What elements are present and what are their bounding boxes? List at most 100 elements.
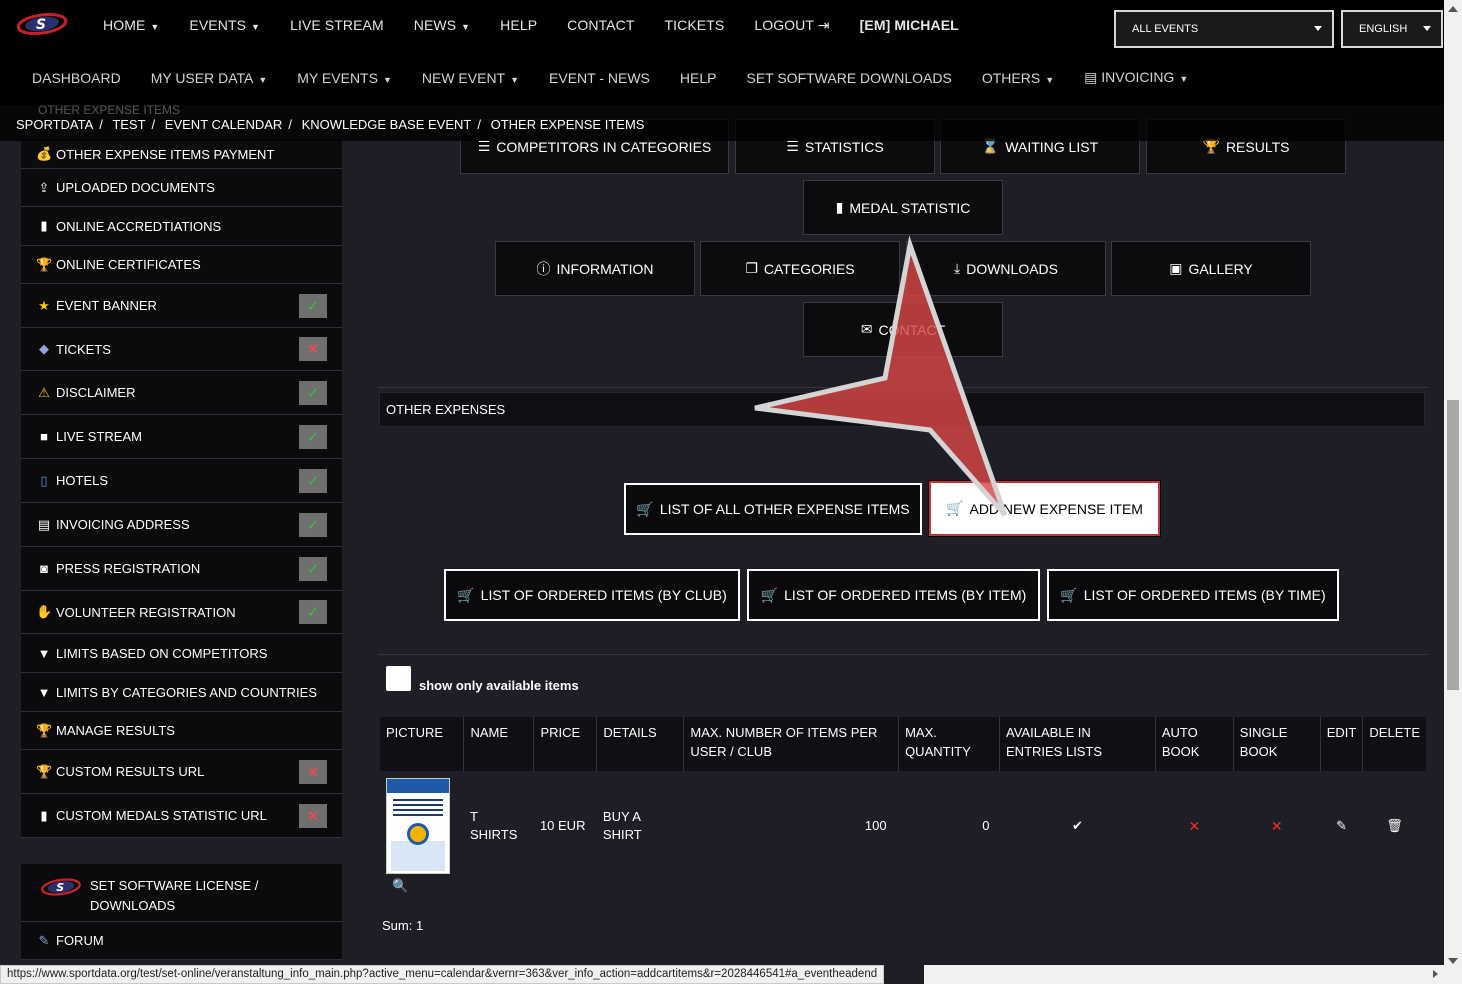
edit-icon[interactable]: ✎ (1320, 771, 1363, 881)
status-ok-icon: ✓ (299, 468, 327, 493)
sidebar-item-press-registration[interactable]: ◙ PRESS REGISTRATION ✓ (21, 547, 342, 591)
column-header: NAME (463, 717, 535, 771)
sidebar-item-live-stream[interactable]: ■ LIVE STREAM ✓ (21, 415, 342, 459)
events-select[interactable]: ALL EVENTS (1114, 10, 1334, 48)
sidebar-item-payment[interactable]: 💰 OTHER EXPENSE ITEMS PAYMENT (21, 140, 342, 169)
breadcrumb-item[interactable]: SPORTDATA (16, 117, 93, 132)
status-ok-icon: ✓ (299, 293, 327, 318)
list-all-expense-items-button[interactable]: 🛒 LIST OF ALL OTHER EXPENSE ITEMS (624, 483, 922, 535)
ticket-icon: ◆ (39, 341, 49, 356)
subnav-new-event[interactable]: NEW EVENT ▼ (407, 70, 534, 86)
column-header: MAX. QUANTITY (898, 717, 1001, 771)
status-no-icon: ✕ (299, 759, 327, 784)
ordered-items-by-club-button[interactable]: 🛒 LIST OF ORDERED ITEMS (BY CLUB) (444, 569, 740, 621)
sidebar-item-event-banner[interactable]: ★ EVENT BANNER ✓ (21, 284, 342, 328)
tab-contact[interactable]: ✉ CONTACT (803, 302, 1003, 357)
scroll-down-icon[interactable] (1448, 958, 1458, 964)
column-header: EDIT (1320, 717, 1364, 771)
badge-icon: ▮ (40, 218, 48, 233)
subnav-set-software-downloads[interactable]: SET SOFTWARE DOWNLOADS (731, 70, 966, 86)
subnav-dashboard[interactable]: DASHBOARD (17, 70, 136, 86)
sidebar-item-manage-results[interactable]: 🏆 MANAGE RESULTS (21, 712, 342, 750)
scroll-up-icon[interactable] (1448, 6, 1458, 12)
caret-down-icon: ▼ (510, 74, 520, 85)
nav-live-stream[interactable]: LIVE STREAM (275, 17, 399, 33)
trash-icon[interactable]: 🗑 (1363, 771, 1426, 881)
column-header: PICTURE (380, 717, 465, 771)
subnav-event-news[interactable]: EVENT - NEWS (534, 70, 665, 86)
nav-contact[interactable]: CONTACT (552, 17, 649, 33)
chart-icon: ▮ (40, 807, 48, 823)
sidebar-item-tickets[interactable]: ◆ TICKETS ✕ (21, 328, 342, 371)
trophy-icon: 🏆 (36, 256, 53, 272)
sidebar-item-limits-competitors[interactable]: ▼ LIMITS BASED ON COMPETITORS (21, 634, 342, 673)
tab-categories[interactable]: ❐ CATEGORIES (700, 241, 900, 296)
sidebar-item-custom-results-url[interactable]: 🏆 CUSTOM RESULTS URL ✕ (21, 750, 342, 794)
ordered-items-by-item-button[interactable]: 🛒 LIST OF ORDERED ITEMS (BY ITEM) (747, 569, 1040, 621)
sidebar-item-hotels[interactable]: ▯ HOTELS ✓ (21, 459, 342, 503)
available-items-checkbox[interactable] (386, 666, 411, 691)
add-new-expense-item-button[interactable]: 🛒 ADD NEW EXPENSE ITEM (928, 480, 1161, 537)
scroll-right-icon[interactable] (1433, 970, 1438, 978)
ordered-items-by-time-button[interactable]: 🛒 LIST OF ORDERED ITEMS (BY TIME) (1047, 569, 1339, 621)
sidebar-item-online-certificates[interactable]: 🏆 ONLINE CERTIFICATES (21, 246, 342, 284)
subnav-help[interactable]: HELP (665, 70, 732, 86)
tab-medal-statistic[interactable]: ▮ MEDAL STATISTIC (803, 180, 1003, 235)
video-icon: ■ (40, 429, 48, 444)
breadcrumb-item[interactable]: TEST (112, 117, 145, 132)
item-details: BUY A SHIRT (602, 809, 642, 842)
nav-home[interactable]: HOME ▼ (88, 17, 174, 33)
nav-logout[interactable]: LOGOUT ⇥ (739, 17, 844, 34)
vertical-scrollbar[interactable] (1444, 0, 1462, 984)
info-icon: ⓘ (536, 260, 551, 277)
breadcrumb-item[interactable]: EVENT CALENDAR (165, 117, 283, 132)
filter-icon: ▼ (37, 645, 51, 661)
language-select[interactable]: ENGLISH (1341, 10, 1443, 48)
status-ok-icon: ✓ (299, 600, 327, 624)
subnav-others[interactable]: OTHERS ▼ (967, 70, 1069, 86)
sidebar-item-forum[interactable]: ✎ FORUM (21, 922, 342, 960)
sidebar-item-volunteer-registration[interactable]: ✋ VOLUNTEER REGISTRATION ✓ (21, 591, 342, 634)
breadcrumb-item[interactable]: KNOWLEDGE BASE EVENT (302, 117, 472, 132)
sidebar-item-invoicing-address[interactable]: ▤ INVOICING ADDRESS ✓ (21, 503, 342, 547)
item-name: T SHIRTS (469, 809, 518, 842)
tab-gallery[interactable]: ▣ GALLERY (1111, 241, 1311, 296)
status-no-icon: ✕ (299, 803, 327, 828)
caret-down-icon: ▼ (150, 22, 160, 32)
nav-events[interactable]: EVENTS ▼ (174, 17, 275, 33)
tab-downloads[interactable]: ⤓ DOWNLOADS (906, 241, 1106, 296)
sidebar-item-limits-categories[interactable]: ▼ LIMITS BY CATEGORIES AND COUNTRIES (21, 673, 342, 712)
subnav-my-events[interactable]: MY EVENTS ▼ (282, 70, 407, 86)
sidebar-item-uploaded-documents[interactable]: ⇪ UPLOADED DOCUMENTS (21, 169, 342, 207)
sportdata-logo[interactable]: S (16, 10, 68, 38)
invoice-icon: ▤ (37, 516, 51, 532)
sidebar-item-disclaimer[interactable]: ⚠ DISCLAIMER ✓ (21, 371, 342, 415)
nav-tickets[interactable]: TICKETS (649, 17, 739, 33)
nav-user[interactable]: [EM] MICHAEL (845, 17, 974, 33)
svg-text:S: S (36, 17, 46, 33)
subnav-invoicing[interactable]: ▤ INVOICING ▼ (1069, 69, 1203, 86)
magnify-icon[interactable]: 🔍 (392, 878, 408, 894)
forum-icon: ✎ (38, 932, 50, 948)
caret-down-icon: ▼ (1179, 74, 1189, 84)
item-picture[interactable] (386, 778, 450, 874)
money-icon: 💰 (36, 146, 53, 161)
subnav-my-user-data[interactable]: MY USER DATA ▼ (136, 70, 283, 86)
table-row: T SHIRTS 10 EUR BUY A SHIRT 100 0 ✔ ✕ ✕ … (380, 771, 1426, 881)
sidebar-item-online-accreditations[interactable]: ▮ ONLINE ACCREDTIATIONS (21, 207, 342, 246)
camera-icon: ◙ (40, 561, 48, 576)
column-header: MAX. NUMBER OF ITEMS PER USER / CLUB (683, 717, 900, 771)
sidebar-item-custom-medals-url[interactable]: ▮ CUSTOM MEDALS STATISTIC URL ✕ (21, 794, 342, 838)
tab-information[interactable]: ⓘ INFORMATION (495, 241, 695, 296)
nav-help[interactable]: HELP (485, 17, 552, 33)
horizontal-scrollbar[interactable] (924, 965, 1444, 984)
nav-news[interactable]: NEWS ▼ (399, 17, 485, 33)
sidebar-item-software-license[interactable]: S SET SOFTWARE LICENSE / DOWNLOADS (21, 864, 342, 922)
caret-down-icon: ▼ (382, 74, 392, 85)
scrollbar-thumb[interactable] (1447, 400, 1459, 690)
download-icon: ⤓ (954, 260, 961, 276)
image-icon: ▣ (1169, 260, 1183, 276)
sub-navbar: DASHBOARD MY USER DATA ▼ MY EVENTS ▼ NEW E… (0, 50, 1444, 105)
sportdata-logo-icon: S (41, 878, 81, 896)
trophy-icon: 🏆 (36, 722, 53, 738)
